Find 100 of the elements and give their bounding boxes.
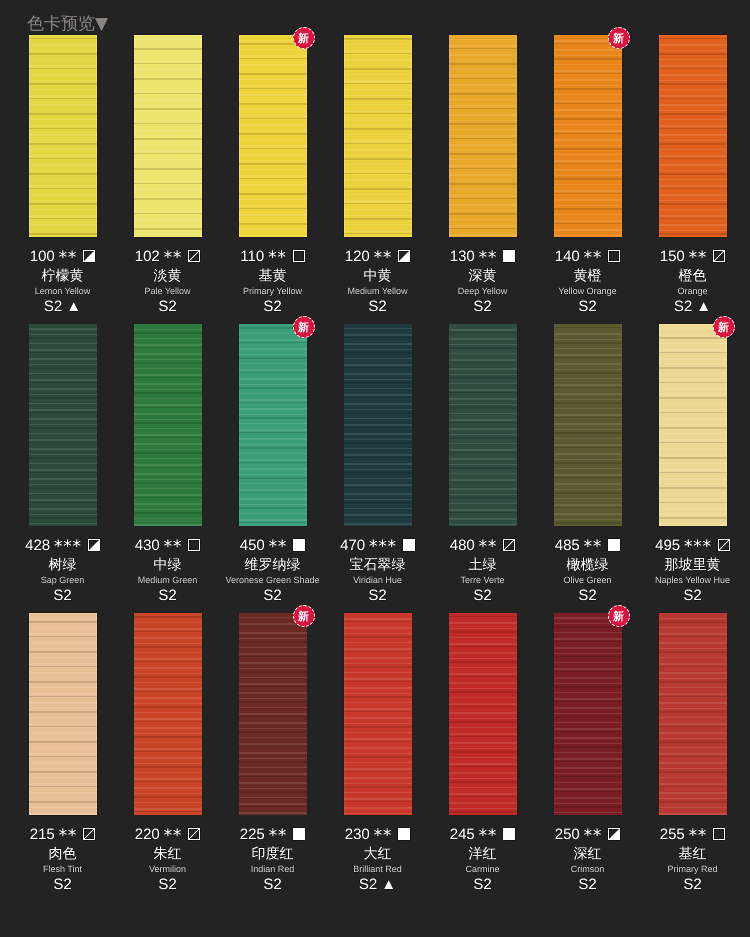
- color-name-english: Indian Red: [250, 864, 294, 874]
- series-label: S2: [263, 587, 282, 604]
- lightfastness-stars: **: [372, 247, 392, 267]
- lightfastness-stars: **: [478, 536, 496, 556]
- color-name-english: Viridian Hue: [353, 575, 402, 585]
- series-label: S2: [263, 298, 282, 315]
- color-name: 中绿: [154, 556, 182, 574]
- color-code: 230: [344, 826, 370, 842]
- color-name-english: Medium Green: [138, 575, 198, 585]
- color-name-english: Brilliant Red: [353, 864, 402, 874]
- series-label: S2: [158, 298, 177, 315]
- triangle-mark: ▲: [66, 298, 82, 315]
- color-name: 深黄: [468, 267, 496, 285]
- lightfastness-stars: **: [372, 825, 392, 845]
- new-badge: 新: [608, 27, 630, 49]
- color-name: 那坡里黄: [664, 556, 720, 574]
- color-name: 肉色: [48, 845, 76, 863]
- new-badge: 新: [712, 316, 734, 338]
- color-name-english: Flesh Tint: [42, 864, 82, 874]
- color-code: 495: [655, 536, 680, 554]
- lightfastness-stars: **: [267, 247, 286, 267]
- color-code: 470: [340, 536, 366, 554]
- lightfastness-stars: **: [478, 825, 496, 845]
- color-name-english: Deep Yellow: [458, 286, 508, 296]
- series-label: S2: [158, 587, 177, 604]
- triangle-mark: ▲: [381, 876, 396, 893]
- series-label: S2: [473, 298, 492, 315]
- color-name-english: Carmine: [465, 864, 500, 874]
- series-label: S2: [53, 876, 72, 893]
- color-code: 480: [450, 536, 475, 554]
- color-name: 中黄: [364, 267, 392, 285]
- color-code: 430: [134, 536, 160, 554]
- color-name-english: Vermilion: [148, 864, 186, 874]
- new-badge: 新: [608, 605, 630, 627]
- lightfastness-stars: **: [58, 825, 76, 845]
- series-label: S2: [53, 587, 72, 604]
- series-label: S2: [44, 298, 62, 315]
- color-code: 130: [450, 248, 475, 264]
- color-code: 255: [660, 826, 685, 842]
- color-name-english: Primary Red: [667, 864, 718, 874]
- series-label: S2: [578, 298, 597, 315]
- color-code: 102: [134, 248, 160, 264]
- color-code: 250: [554, 826, 580, 842]
- lightfastness-stars: **: [582, 247, 602, 267]
- color-name-english: Terre Verte: [460, 575, 505, 585]
- color-name: 基红: [678, 845, 706, 863]
- lightfastness-stars: **: [162, 825, 182, 845]
- color-name: 柠檬黄: [42, 267, 84, 285]
- new-badge: 新: [292, 605, 314, 627]
- color-name: 橄榄绿: [566, 556, 608, 574]
- lightfastness-stars: **: [58, 247, 76, 267]
- color-name: 淡黄: [154, 267, 182, 285]
- lightfastness-stars: **: [162, 247, 182, 267]
- color-name: 洋红: [468, 845, 496, 863]
- new-badge: 新: [292, 27, 314, 49]
- series-label: S2: [473, 587, 492, 604]
- color-name: 印度红: [252, 845, 294, 863]
- color-code: 428: [25, 536, 50, 554]
- color-code: 450: [240, 536, 265, 554]
- color-name: 深红: [574, 845, 602, 863]
- color-name: 大红: [364, 845, 392, 863]
- triangle-mark: ▲: [696, 298, 712, 315]
- color-code: 100: [30, 248, 55, 264]
- lightfastness-stars: **: [582, 825, 602, 845]
- lightfastness-stars: **: [268, 536, 286, 556]
- color-name-english: Primary Yellow: [242, 286, 302, 296]
- color-code: 485: [554, 536, 580, 554]
- color-code: 245: [450, 826, 475, 842]
- color-name-english: Naples Yellow Hue: [654, 575, 730, 585]
- color-name-english: Sap Green: [40, 575, 84, 585]
- color-name: 宝石翠绿: [350, 556, 406, 574]
- series-label: S2: [473, 876, 492, 893]
- color-name-english: Medium Yellow: [347, 286, 408, 296]
- lightfastness-stars: ***: [368, 536, 396, 556]
- section-title: 色卡预览▼: [26, 13, 110, 35]
- series-label: S2: [368, 298, 387, 315]
- lightfastness-stars: ***: [683, 536, 711, 556]
- series-label: S2: [358, 876, 378, 893]
- color-code: 220: [134, 826, 160, 842]
- color-name: 基黄: [258, 267, 286, 285]
- color-name-english: Yellow Orange: [558, 286, 617, 296]
- color-name: 朱红: [154, 845, 182, 863]
- series-label: S2: [683, 587, 702, 604]
- series-label: S2: [263, 876, 282, 893]
- color-name: 土绿: [468, 556, 496, 574]
- color-code: 150: [660, 248, 685, 264]
- color-code: 120: [344, 248, 370, 264]
- color-name-english: Lemon Yellow: [34, 286, 90, 296]
- color-name: 维罗纳绿: [244, 556, 300, 574]
- color-name: 树绿: [48, 556, 76, 574]
- color-name: 黄橙: [574, 267, 602, 285]
- series-label: S2: [683, 876, 702, 893]
- series-label: S2: [578, 587, 597, 604]
- color-name-english: Veronese Green Shade: [225, 575, 320, 585]
- color-name-english: Orange: [677, 286, 708, 296]
- series-label: S2: [674, 298, 692, 315]
- series-label: S2: [578, 876, 597, 893]
- series-label: S2: [368, 587, 387, 604]
- series-label: S2: [158, 876, 177, 893]
- lightfastness-stars: ***: [53, 536, 81, 556]
